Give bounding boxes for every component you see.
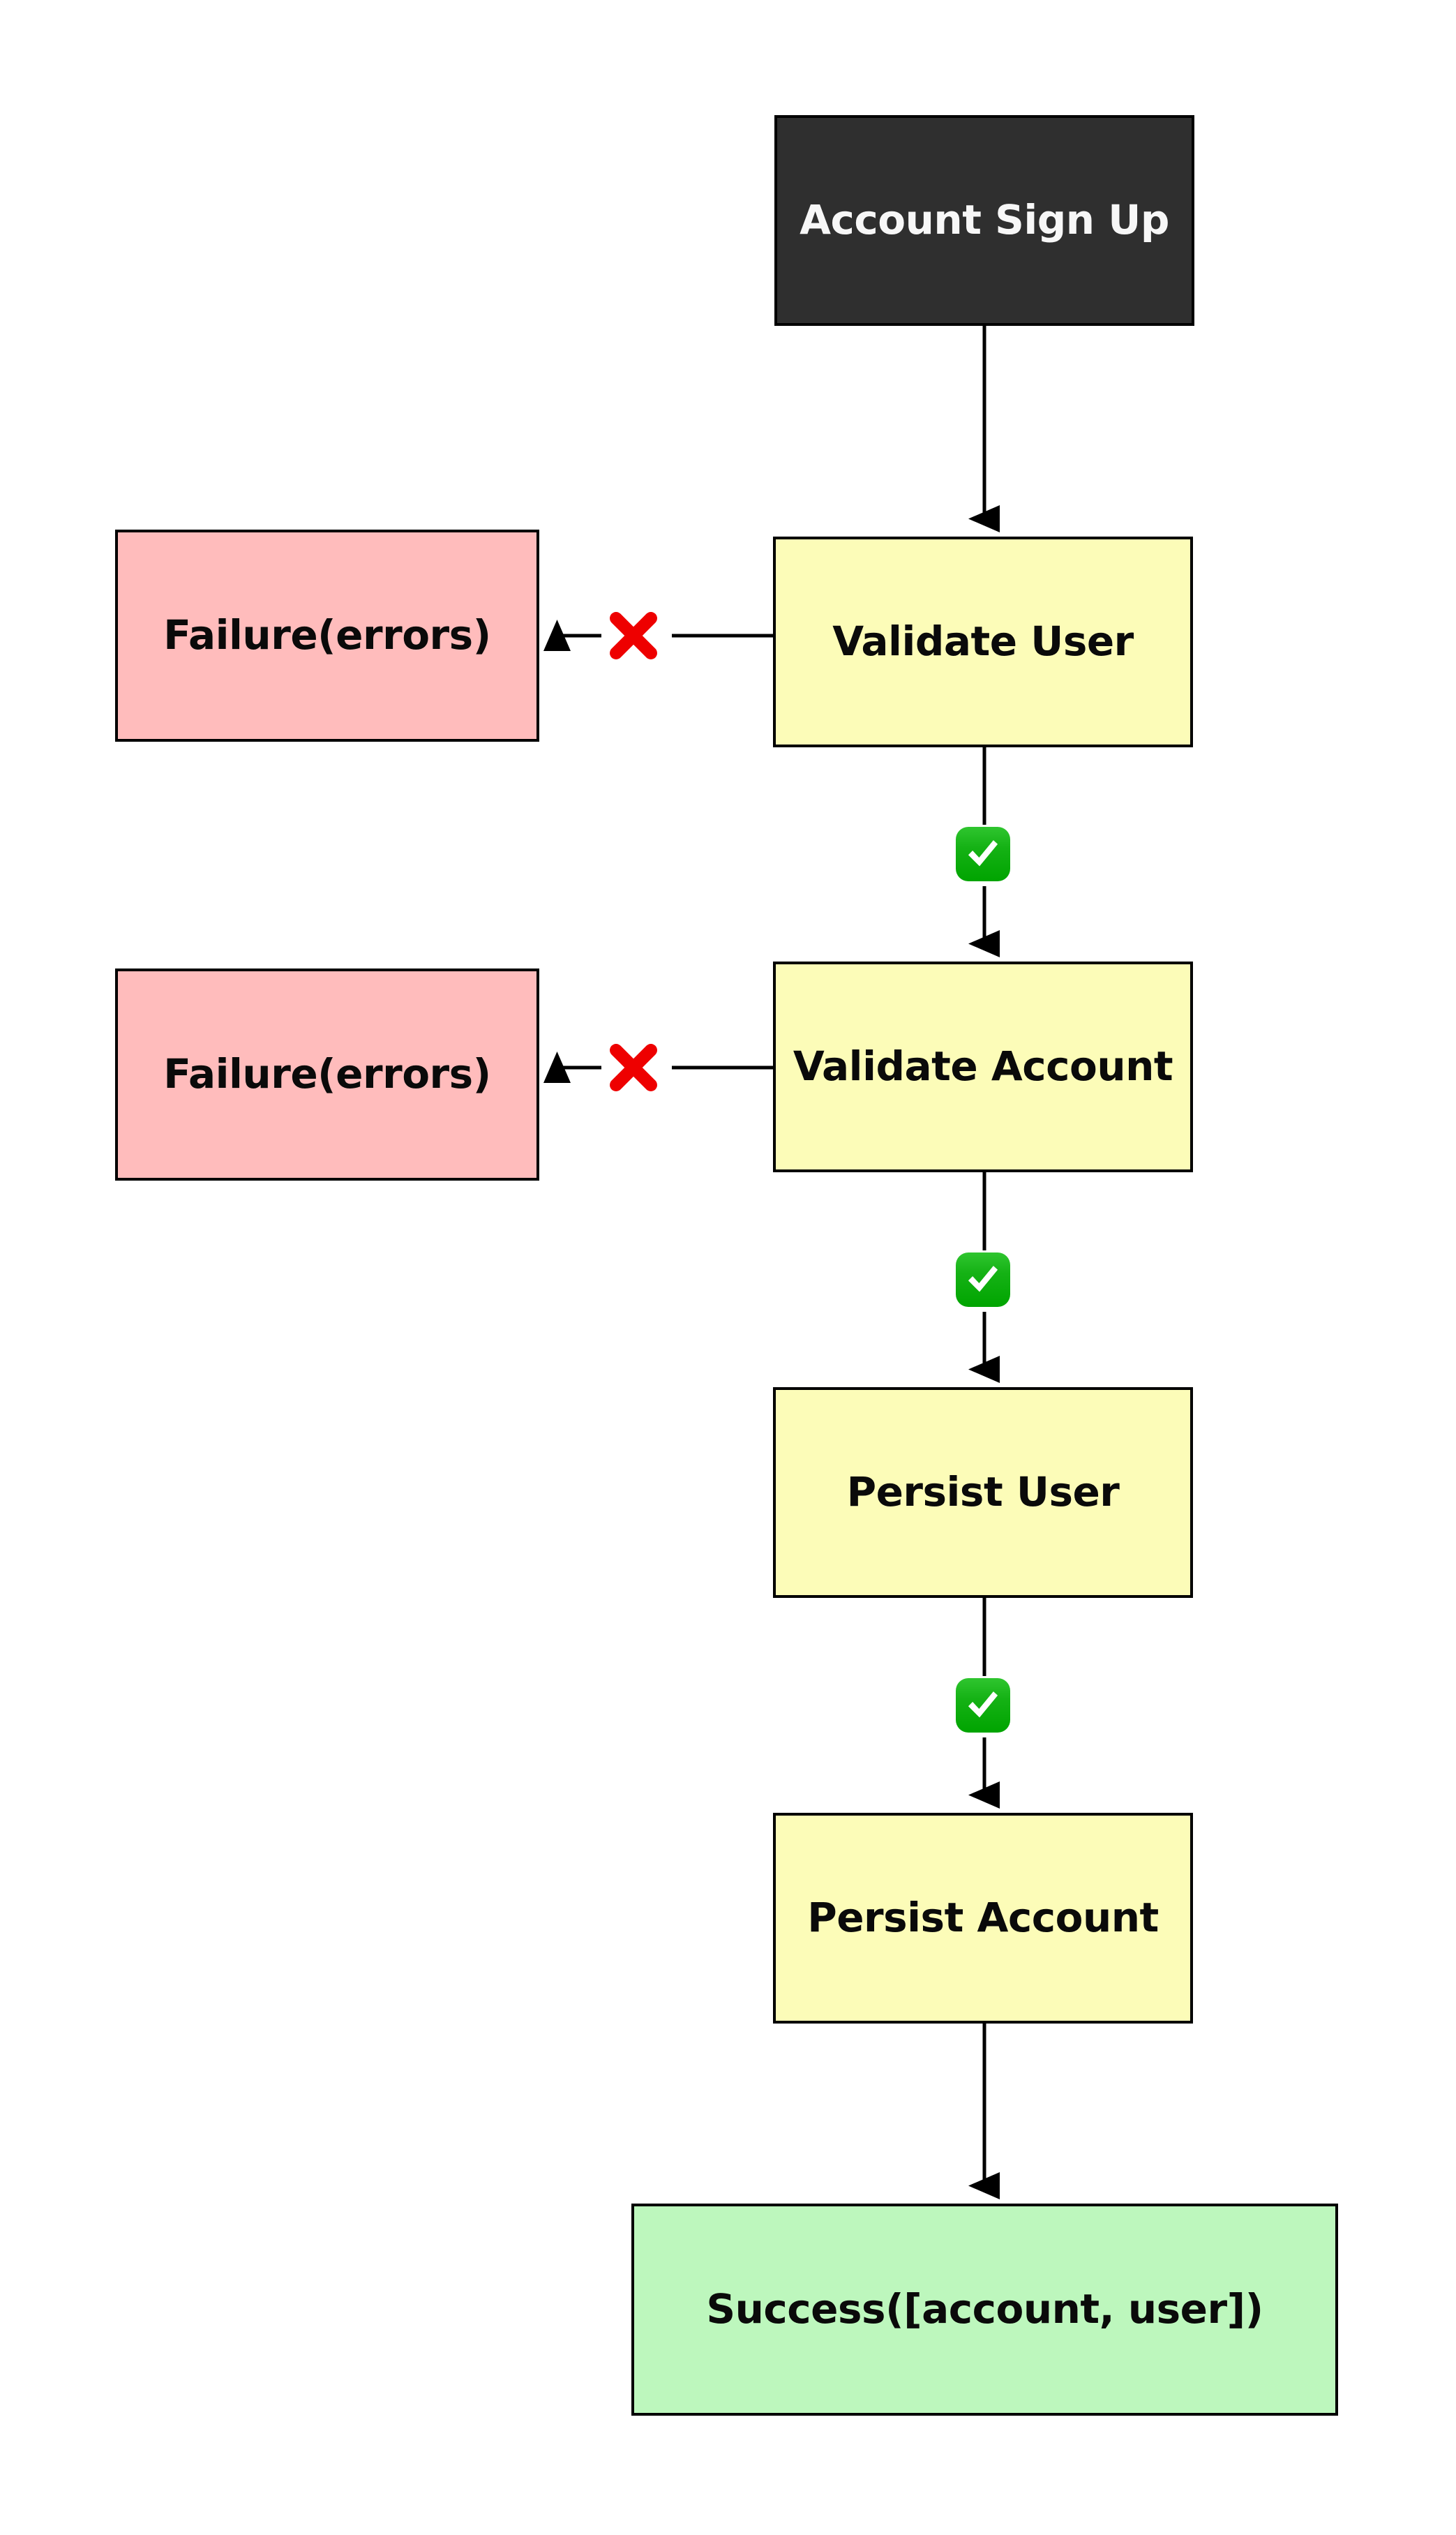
flowchart-canvas: Account Sign Up Validate User Failure(er… — [0, 0, 1456, 2535]
node-label: Account Sign Up — [800, 196, 1169, 244]
check-mark-button-icon: ✅ — [956, 1252, 1010, 1307]
check-mark-button-icon: ✅ — [956, 827, 1010, 881]
node-label: Validate Account — [793, 1042, 1173, 1091]
node-persist-account[interactable]: Persist Account — [773, 1813, 1193, 2024]
check-mark-button-icon: ✅ — [956, 1678, 1010, 1733]
cross-mark-icon: ❌ — [603, 1038, 663, 1098]
node-label: Persist User — [846, 1468, 1120, 1516]
node-persist-user[interactable]: Persist User — [773, 1387, 1193, 1598]
node-account-sign-up[interactable]: Account Sign Up — [774, 115, 1194, 326]
edge-layer — [543, 326, 1000, 2200]
node-label: Failure(errors) — [163, 611, 491, 659]
node-label: Success([account, user]) — [706, 2285, 1263, 2333]
cross-mark-icon: ❌ — [603, 606, 663, 666]
node-label: Failure(errors) — [163, 1050, 491, 1098]
node-failure-account[interactable]: Failure(errors) — [115, 969, 539, 1181]
node-success[interactable]: Success([account, user]) — [631, 2204, 1338, 2416]
node-validate-account[interactable]: Validate Account — [773, 962, 1193, 1172]
node-failure-user[interactable]: Failure(errors) — [115, 530, 539, 742]
node-label: Persist Account — [807, 1894, 1159, 1942]
node-label: Validate User — [832, 618, 1134, 666]
node-validate-user[interactable]: Validate User — [773, 537, 1193, 747]
